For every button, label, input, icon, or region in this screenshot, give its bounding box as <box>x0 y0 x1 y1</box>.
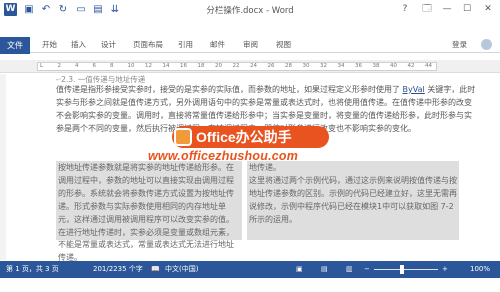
ribbon-tab-bar: 开始 插入 设计 页面布局 引用 邮件 审阅 视图 登录 <box>0 37 500 53</box>
tab-review[interactable]: 审阅 <box>243 37 258 53</box>
ruler-number: 40 <box>390 63 397 69</box>
proofing-icon[interactable]: 📖 <box>151 261 160 278</box>
ruler-number: 4 <box>75 63 79 69</box>
ruler-number: 24 <box>250 63 257 69</box>
ruler-number: 44 <box>425 63 432 69</box>
watermark-badge: Office办公助手 <box>172 126 329 148</box>
web-layout-view-icon[interactable]: ▥ <box>346 261 353 278</box>
ruler-number: 8 <box>110 63 114 69</box>
byval-keyword: ByVal <box>402 85 425 94</box>
watermark-url: www.officezhushou.com <box>148 149 299 163</box>
ruler-number: 38 <box>372 63 380 69</box>
close-button[interactable]: ✕ <box>479 1 497 18</box>
watermark-badge-text: Office办公助手 <box>196 129 292 145</box>
zoom-slider[interactable] <box>374 269 438 270</box>
zoom-slider-thumb[interactable] <box>400 265 404 274</box>
ruler-number: 2 <box>57 63 62 69</box>
ruler-number: 6 <box>92 63 97 69</box>
print-layout-view-icon[interactable]: ▣ <box>296 261 303 278</box>
ruler-number: 34 <box>337 63 345 69</box>
tab-design[interactable]: 设计 <box>101 37 116 53</box>
user-avatar[interactable] <box>481 39 492 50</box>
tab-home[interactable]: 开始 <box>42 37 57 53</box>
zoom-out-button[interactable]: − <box>364 261 370 278</box>
tab-insert[interactable]: 插入 <box>71 37 86 53</box>
zoom-level[interactable]: 100% <box>470 261 490 278</box>
language-indicator[interactable]: 中文(中国) <box>165 261 198 278</box>
ruler-number: 42 <box>407 63 415 69</box>
minimize-button[interactable]: — <box>438 1 456 18</box>
ruler-number: 22 <box>232 63 240 69</box>
tab-references[interactable]: 引用 <box>178 37 193 53</box>
help-button[interactable]: ? <box>396 1 414 18</box>
document-page[interactable]: -·2.3. 一值传递与地址传递 值传递是指形参接受实参时，接受的是实参的实际值… <box>0 74 500 262</box>
status-bar: 第 1 页，共 3 页 201/2235 个字 📖 中文(中国) ▣ ▤ ▥ −… <box>0 261 500 278</box>
page-indicator[interactable]: 第 1 页，共 3 页 <box>6 261 59 278</box>
office-logo-icon <box>174 128 192 146</box>
zoom-in-button[interactable]: + <box>442 261 448 278</box>
tab-page-layout[interactable]: 页面布局 <box>133 37 163 53</box>
ruler-number: 10 <box>127 63 135 69</box>
ruler-number: 30 <box>302 63 310 69</box>
tab-mailings[interactable]: 邮件 <box>210 37 225 53</box>
tab-view[interactable]: 视图 <box>276 37 291 53</box>
ruler-number: 32 <box>320 63 327 69</box>
maximize-button[interactable]: ☐ <box>458 1 476 18</box>
read-mode-view-icon[interactable]: ▤ <box>321 261 328 278</box>
ruler-number: 26 <box>267 63 275 69</box>
column-right-text[interactable]: 地传递。 这里将通过两个示例代码，通过这示例来说明按值传递与按地址传递参数的区别… <box>249 162 457 227</box>
ruler-number: 18 <box>197 63 205 69</box>
column-left-text[interactable]: 按地址传递参数就是将实参的地址传递给形参。在调用过程中，参数的地址可以直接实现由… <box>58 162 240 265</box>
ribbon-display-options-icon[interactable]: 🗔 <box>418 1 436 18</box>
bottom-strip <box>0 278 500 292</box>
left-margin <box>0 74 6 260</box>
ruler-number: 28 <box>285 63 292 69</box>
ruler-number: 20 <box>215 63 222 69</box>
title-bar: W ▣ ↶ ↻ ▭ ▤ ⇊ 分栏操作.docx - Word ? 🗔 — ☐ ✕ <box>0 0 500 20</box>
para1-cont: 参数的地址，如果过程定义形参时使用了 <box>256 85 403 94</box>
horizontal-ruler[interactable]: L 2 4 6 8 10 12 14 16 18 20 22 24 26 28 30 32 34 36 38 40 42 4… <box>0 60 500 73</box>
ruler-number: 12 <box>145 63 152 69</box>
word-count[interactable]: 201/2235 个字 <box>93 261 143 278</box>
ruler-number: 16 <box>180 63 187 69</box>
sign-in-link[interactable]: 登录 <box>452 37 467 53</box>
ruler-number: L <box>40 63 44 69</box>
ruler-number: 14 <box>162 63 170 69</box>
tab-file[interactable]: 文件 <box>0 37 30 54</box>
para1-start: 值传递是指形参接受实参时，接受的是实参的实际值，而 <box>56 85 256 94</box>
ruler-number: 36 <box>355 63 362 69</box>
